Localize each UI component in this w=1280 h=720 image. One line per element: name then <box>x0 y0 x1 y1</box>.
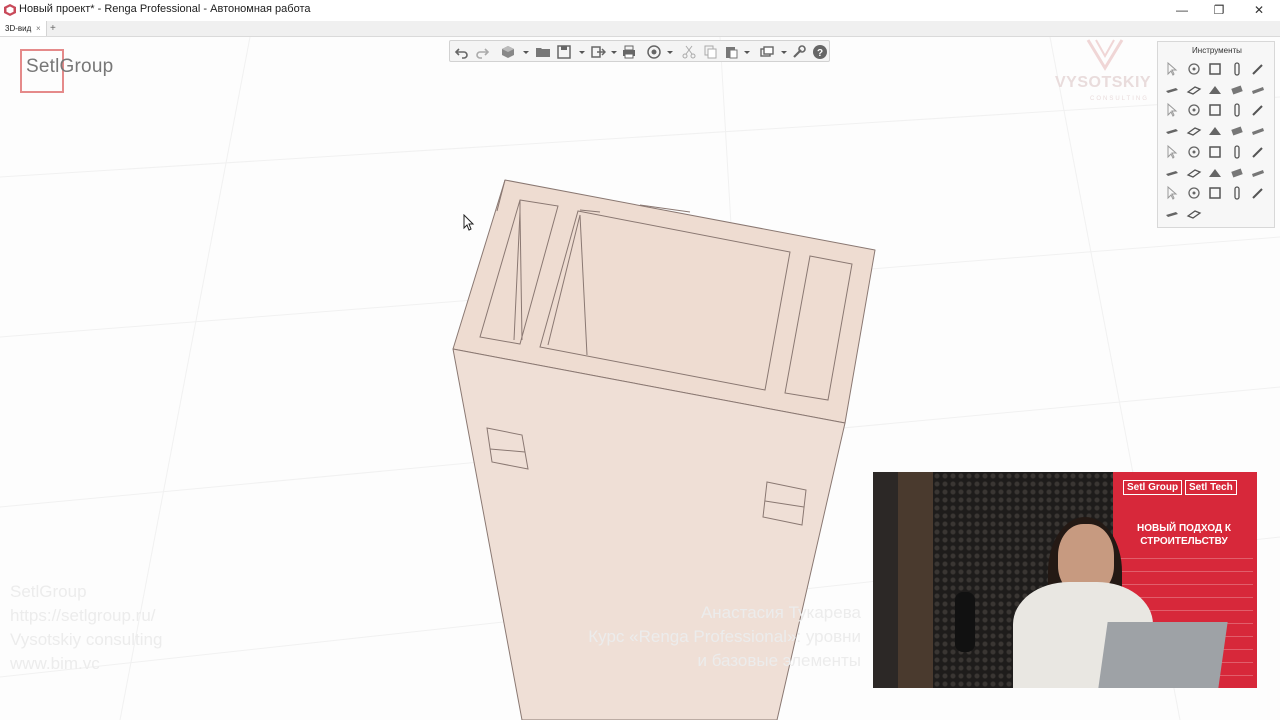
mouse-cursor-icon <box>463 214 475 231</box>
main-toolbar: ? <box>449 40 830 62</box>
stair-tool-icon[interactable] <box>1207 102 1223 118</box>
watermark-line: Курс «Renga Professional»: уровни <box>588 627 861 646</box>
cut-icon[interactable] <box>681 44 697 60</box>
group-tool-icon[interactable] <box>1186 206 1202 222</box>
equipment-tool-icon[interactable] <box>1186 123 1202 139</box>
export-dropdown-icon[interactable] <box>606 44 622 60</box>
watermark-line: www.bim.vc <box>10 654 100 673</box>
watermark-line: Анастасия Тукарева <box>700 603 861 622</box>
instruments-panel: Инструменты <box>1157 41 1275 228</box>
element-tool-icon[interactable] <box>1250 123 1266 139</box>
railing-tool-icon[interactable] <box>1164 123 1180 139</box>
pipe-tool-icon[interactable] <box>1164 144 1180 160</box>
watermark-line: SetlGroup <box>10 582 87 601</box>
watermark-left: SetlGroup https://setlgroup.ru/ Vysotski… <box>10 580 162 676</box>
mark-tool-icon[interactable] <box>1229 185 1245 201</box>
line-tool-icon[interactable] <box>1250 61 1266 77</box>
opening-tool-icon[interactable] <box>1229 102 1245 118</box>
view-cube-icon[interactable] <box>500 44 516 60</box>
roof-tool-icon[interactable] <box>1207 82 1223 98</box>
save-dropdown-icon[interactable] <box>574 44 590 60</box>
help-icon[interactable]: ? <box>812 44 828 60</box>
level-tool-icon[interactable] <box>1164 185 1180 201</box>
paste-icon[interactable] <box>723 44 739 60</box>
select-tool-icon[interactable] <box>1164 61 1180 77</box>
paste-dropdown-icon[interactable] <box>739 44 755 60</box>
axis-tool-icon[interactable] <box>1186 61 1202 77</box>
orbit-dropdown-icon[interactable] <box>662 44 678 60</box>
open-folder-icon[interactable] <box>535 44 551 60</box>
instruments-title: Инструменты <box>1192 46 1242 55</box>
valve-tool-icon[interactable] <box>1229 144 1245 160</box>
rebar-tool-icon[interactable] <box>1229 123 1245 139</box>
settings-wrench-icon[interactable] <box>791 44 807 60</box>
orbit-icon[interactable] <box>646 44 662 60</box>
section-tool-icon[interactable] <box>1186 185 1202 201</box>
assembly-tool-icon[interactable] <box>1186 165 1202 181</box>
banner-slogan: НОВЫЙ ПОДХОД К СТРОИТЕЛЬСТВУ <box>1137 523 1231 547</box>
floor-tool-icon[interactable] <box>1164 82 1180 98</box>
grid-tool-icon[interactable] <box>1164 165 1180 181</box>
plate-tool-icon[interactable] <box>1250 82 1266 98</box>
fitting-tool-icon[interactable] <box>1207 144 1223 160</box>
export-icon[interactable] <box>590 44 606 60</box>
banner-logo-setlgroup: Setl Group <box>1123 480 1183 495</box>
view-styles-icon[interactable] <box>759 44 775 60</box>
line2d-tool-icon[interactable] <box>1207 123 1223 139</box>
copy-icon[interactable] <box>702 44 718 60</box>
window-tool-icon[interactable] <box>1164 102 1180 118</box>
watermark-line: https://setlgroup.ru/ <box>10 606 156 625</box>
webcam-overlay: Setl Group Setl Tech НОВЫЙ ПОДХОД К СТРО… <box>873 472 1257 688</box>
material-tool-icon[interactable] <box>1250 165 1266 181</box>
text-tool-icon[interactable] <box>1250 185 1266 201</box>
route-tool-icon[interactable] <box>1207 165 1223 181</box>
undo-icon[interactable] <box>454 44 470 60</box>
redo-icon[interactable] <box>474 44 490 60</box>
watermark-right: Анастасия Тукарева Курс «Renga Professio… <box>536 601 861 673</box>
save-icon[interactable] <box>556 44 572 60</box>
profile-tool-icon[interactable] <box>1229 165 1245 181</box>
dimension-tool-icon[interactable] <box>1207 185 1223 201</box>
column-tool-icon[interactable] <box>1229 61 1245 77</box>
view-cube-dropdown-icon[interactable] <box>518 44 534 60</box>
view-styles-dropdown-icon[interactable] <box>776 44 792 60</box>
banner-logo-setltech: Setl Tech <box>1185 480 1237 495</box>
duct-tool-icon[interactable] <box>1186 144 1202 160</box>
svg-text:?: ? <box>817 48 823 59</box>
beam-tool-icon[interactable] <box>1229 82 1245 98</box>
print-icon[interactable] <box>621 44 637 60</box>
room-tool-icon[interactable] <box>1250 102 1266 118</box>
wall-tool-icon[interactable] <box>1207 61 1223 77</box>
microphone <box>955 592 975 652</box>
measure-tool-icon[interactable] <box>1164 206 1180 222</box>
watermark-line: и базовые элементы <box>697 651 861 670</box>
slab-tool-icon[interactable] <box>1186 82 1202 98</box>
watermark-line: Vysotskiy consulting <box>10 630 163 649</box>
door-tool-icon[interactable] <box>1186 102 1202 118</box>
laptop <box>1098 622 1228 688</box>
terminal-tool-icon[interactable] <box>1250 144 1266 160</box>
